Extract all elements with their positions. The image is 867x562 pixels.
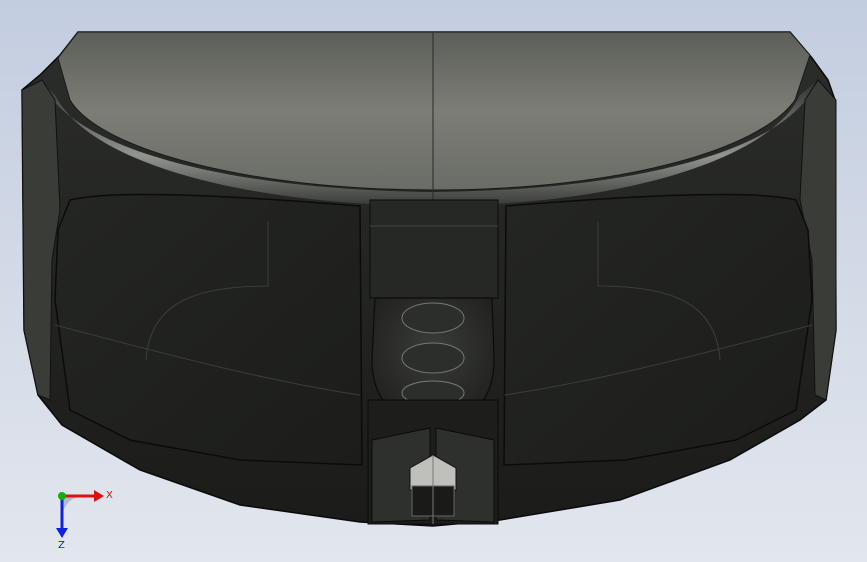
x-axis-head [94, 490, 104, 502]
3d-model[interactable] [0, 0, 867, 562]
center-block [369, 199, 499, 299]
coordinate-triad: X Z [56, 490, 113, 550]
y-axis-dot [58, 492, 66, 500]
grip-slot-1 [401, 302, 465, 334]
z-axis-head [56, 528, 68, 538]
z-axis-label: Z [58, 540, 65, 550]
right-pad[interactable] [503, 193, 813, 466]
left-pad[interactable] [54, 193, 363, 466]
x-axis-label: X [106, 490, 113, 501]
grip-slot-2 [401, 342, 465, 374]
cad-viewport[interactable]: X Z [0, 0, 867, 562]
triad-shadow [62, 496, 84, 518]
